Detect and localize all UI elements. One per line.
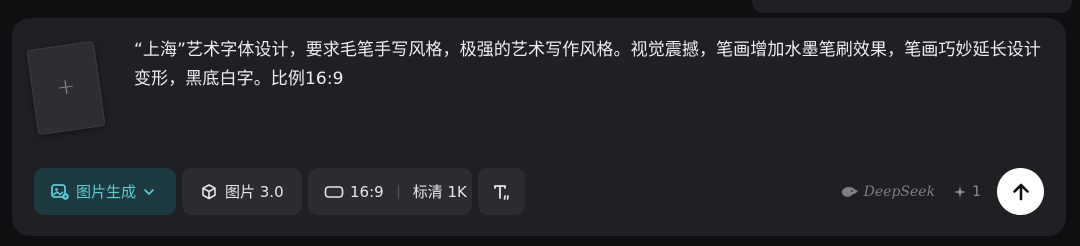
whale-logo-icon (841, 185, 859, 199)
chip-divider (397, 184, 399, 199)
image-generate-icon (50, 182, 70, 202)
chevron-down-icon (142, 185, 156, 199)
mode-label: 图片生成 (76, 183, 137, 201)
ratio-quality-selector[interactable]: 16:9 标清 1K (308, 168, 472, 215)
generation-mode-dropdown[interactable]: 图片生成 (34, 168, 176, 215)
aspect-ratio-icon (324, 185, 344, 199)
send-button[interactable] (997, 168, 1044, 215)
composer-toolbar: 图片生成 图片 3.0 16:9 标清 1K (34, 168, 525, 215)
model-brand: DeepSeek (841, 184, 935, 200)
model-selector[interactable]: 图片 3.0 (182, 168, 302, 215)
credits-value: 1 (972, 183, 981, 200)
quality-label: 标清 1K (412, 183, 467, 201)
composer-actions: DeepSeek 1 (841, 168, 1044, 215)
reference-image-upload[interactable]: + (26, 40, 106, 136)
prompt-text[interactable]: “上海”艺术字体设计，要求毛笔手写风格，极强的艺术写作风格。视觉震撼，笔画增加水… (134, 36, 1046, 94)
text-effect-button[interactable] (478, 168, 525, 215)
cube-icon (200, 183, 218, 201)
previous-message-card (752, 0, 1072, 13)
arrow-up-icon (1010, 181, 1032, 203)
model-label: 图片 3.0 (225, 183, 284, 201)
text-effect-icon (492, 182, 512, 202)
brand-label: DeepSeek (863, 183, 936, 200)
sparkle-icon (953, 185, 967, 199)
credit-cost: 1 (953, 184, 981, 200)
ratio-label: 16:9 (350, 182, 384, 201)
plus-icon: + (55, 73, 77, 102)
